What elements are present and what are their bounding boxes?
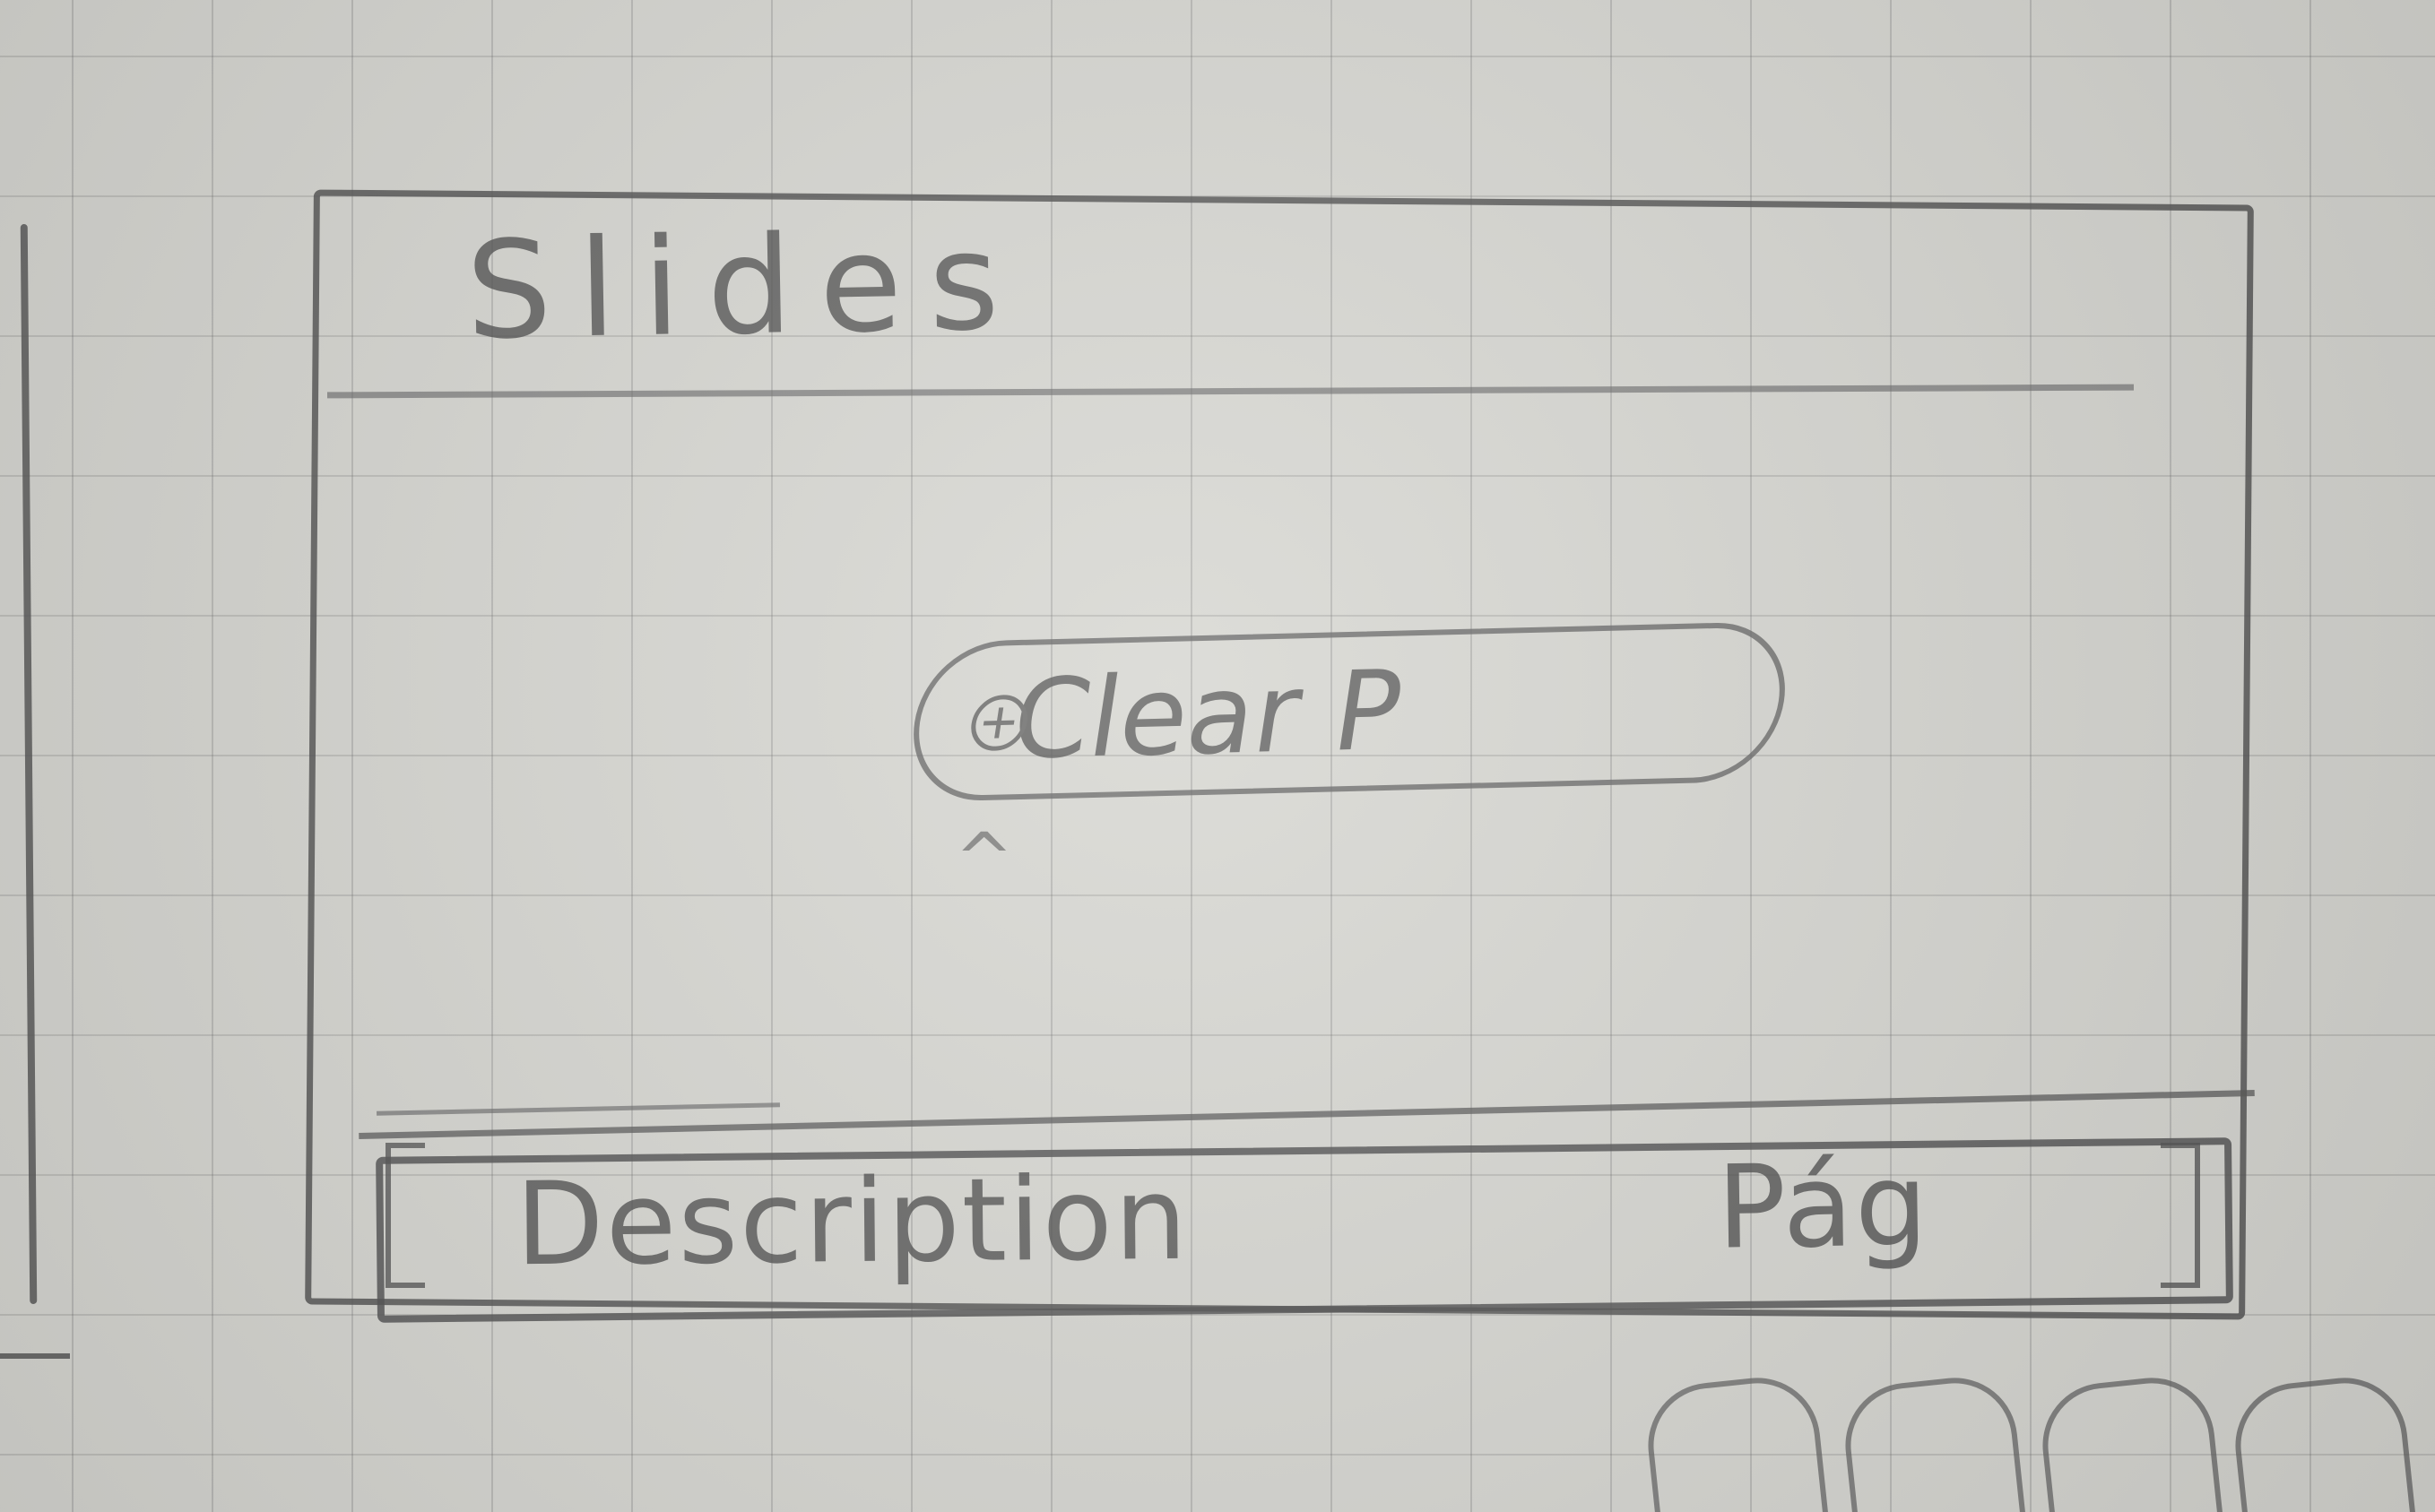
page-thumbnail-icon bbox=[2036, 1371, 2224, 1512]
caret-mark: ^ bbox=[955, 819, 1014, 900]
left-tick-line bbox=[0, 1353, 70, 1359]
graph-paper: Slides Clear P ^ Description Pág bbox=[0, 0, 2435, 1512]
clear-button-label: Clear P bbox=[1004, 646, 1411, 784]
left-margin-line bbox=[20, 223, 38, 1305]
page-thumbnail-icon bbox=[1839, 1371, 2027, 1512]
description-label: Description bbox=[515, 1152, 1190, 1292]
page-thumbnail-icon bbox=[1642, 1371, 1830, 1512]
left-bracket-icon bbox=[386, 1143, 425, 1288]
page-thumbnail-icon bbox=[2229, 1371, 2417, 1512]
clear-button[interactable]: Clear P bbox=[902, 620, 1797, 803]
page-label: Pág bbox=[1715, 1138, 1931, 1275]
page-title: Slides bbox=[464, 203, 1027, 370]
right-bracket-icon bbox=[2161, 1143, 2200, 1288]
